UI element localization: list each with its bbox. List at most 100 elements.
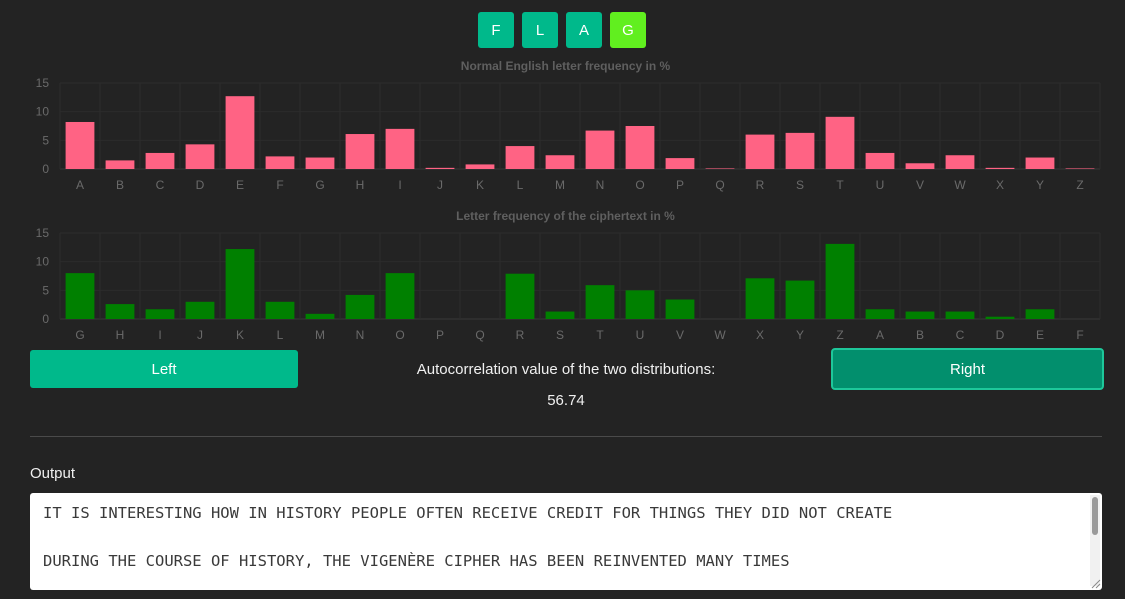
cipher-chart-x-tick-label: K	[236, 328, 244, 342]
english-chart-bar-A	[65, 121, 95, 169]
english-chart-x-tick-label: R	[756, 178, 765, 192]
key-letter-4[interactable]: G	[610, 12, 646, 48]
english-chart-x-tick-label: U	[876, 178, 885, 192]
english-chart-bar-O	[625, 126, 655, 169]
english-chart-bar-N	[585, 130, 615, 169]
cipher-chart-x-tick-label: T	[596, 328, 604, 342]
scrollbar-thumb[interactable]	[1092, 497, 1098, 535]
cipher-chart-bar-L	[265, 301, 295, 319]
cipher-chart-x-tick-label: U	[636, 328, 645, 342]
english-chart-bar-Y	[1025, 157, 1055, 169]
cipher-chart-bar-Y	[785, 280, 815, 319]
cipher-chart-bar-M	[305, 313, 335, 319]
output-text[interactable]: IT IS INTERESTING HOW IN HISTORY PEOPLE …	[43, 501, 1082, 573]
english-chart-x-tick-label: V	[916, 178, 924, 192]
autocorrelation-label: Autocorrelation value of the two distrib…	[416, 361, 716, 378]
cipher-chart-bar-H	[105, 304, 135, 319]
english-chart-bar-D	[185, 144, 215, 169]
cipher-chart-bar-A	[865, 309, 895, 319]
cipher-chart-x-tick-label: R	[516, 328, 525, 342]
english-chart-y-tick-label: 5	[42, 133, 49, 147]
cipher-chart-bar-E	[1025, 309, 1055, 319]
english-chart-bar-Z	[1065, 168, 1095, 169]
cipher-chart-y-tick-label: 0	[42, 312, 49, 326]
resize-handle-icon[interactable]	[1091, 579, 1101, 589]
key-letter-1[interactable]: F	[478, 12, 514, 48]
cipher-chart-bar-R	[505, 273, 535, 319]
cipher-chart-x-tick-label: C	[956, 328, 965, 342]
english-chart-y-tick-label: 10	[36, 105, 50, 119]
cipher-chart-bar-K	[225, 249, 255, 319]
english-chart-bar-R	[745, 134, 775, 169]
cipher-chart-x-tick-label: F	[1076, 328, 1083, 342]
divider	[30, 436, 1102, 437]
cipher-chart-x-tick-label: Q	[475, 328, 484, 342]
cipher-chart-x-tick-label: Y	[796, 328, 804, 342]
english-chart-bar-B	[105, 160, 135, 169]
output-scrollbar[interactable]	[1090, 495, 1100, 586]
cipher-chart-bar-O	[385, 273, 415, 319]
key-letter-2[interactable]: L	[522, 12, 558, 48]
cipher-chart-x-tick-label: D	[996, 328, 1005, 342]
english-chart-bar-H	[345, 134, 375, 169]
key-letter-3[interactable]: A	[566, 12, 602, 48]
cipher-chart-bar-B	[905, 311, 935, 319]
output-textarea[interactable]: IT IS INTERESTING HOW IN HISTORY PEOPLE …	[30, 493, 1102, 590]
english-chart-x-tick-label: M	[555, 178, 565, 192]
cipher-chart-bar-D	[985, 316, 1015, 319]
ciphertext-frequency-chart: 0 5 10 15 G H I J K L M N O P Q R S T U V W X Y Z A B C D E F	[36, 226, 1101, 342]
cipher-chart-x-tick-label: A	[876, 328, 884, 342]
cipher-chart-bar-T	[585, 285, 615, 319]
output-label: Output	[30, 465, 76, 482]
cipher-chart-bar-X	[745, 278, 775, 319]
cipher-chart-x-tick-label: P	[436, 328, 444, 342]
cipher-chart-x-tick-label: B	[916, 328, 924, 342]
english-chart-x-tick-label: O	[635, 178, 644, 192]
english-chart-bar-W	[945, 155, 975, 169]
cipher-chart-y-tick-label: 5	[42, 283, 49, 297]
cipher-chart-x-tick-label: L	[277, 328, 284, 342]
english-chart-x-tick-label: L	[517, 178, 524, 192]
english-chart-x-tick-label: J	[437, 178, 443, 192]
english-chart-bar-S	[785, 132, 815, 169]
cipher-chart-x-tick-label: N	[356, 328, 365, 342]
english-chart-x-tick-label: P	[676, 178, 684, 192]
key-letters: F L A G	[478, 12, 646, 48]
cipher-chart-y-tick-label: 15	[36, 226, 50, 240]
cipher-chart-bar-N	[345, 294, 375, 319]
cipher-chart-x-tick-label: I	[158, 328, 161, 342]
cipher-chart-x-tick-label: Z	[836, 328, 843, 342]
cipher-chart-bar-V	[665, 299, 695, 319]
english-chart-bar-G	[305, 157, 335, 169]
english-chart-x-tick-label: G	[315, 178, 324, 192]
english-chart-x-tick-label: F	[276, 178, 283, 192]
cipher-chart-x-tick-label: E	[1036, 328, 1044, 342]
english-frequency-chart: 0 5 10 15 A B C D E F G H I J K L M N O P Q R S T U V W X Y Z	[36, 76, 1101, 192]
cipher-chart-x-tick-label: M	[315, 328, 325, 342]
english-chart-x-tick-label: I	[398, 178, 401, 192]
english-chart-bar-U	[865, 152, 895, 169]
english-chart-bar-I	[385, 128, 415, 169]
cipher-chart-bar-Z	[825, 243, 855, 319]
cipher-chart-x-tick-label: X	[756, 328, 764, 342]
english-chart-x-tick-label: Y	[1036, 178, 1044, 192]
shift-left-button[interactable]: Left	[30, 350, 298, 388]
english-chart-bar-L	[505, 146, 535, 169]
english-chart-bar-F	[265, 156, 295, 169]
english-chart-bar-P	[665, 158, 695, 169]
cipher-chart-bar-I	[145, 309, 175, 319]
english-chart-x-tick-label: B	[116, 178, 124, 192]
cipher-chart-x-tick-label: H	[116, 328, 125, 342]
english-chart-y-tick-label: 0	[42, 162, 49, 176]
cipher-chart-x-tick-label: O	[395, 328, 404, 342]
english-chart-bar-T	[825, 116, 855, 169]
english-chart-x-tick-label: Z	[1076, 178, 1083, 192]
english-chart-x-tick-label: H	[356, 178, 365, 192]
english-chart-x-tick-label: T	[836, 178, 844, 192]
english-chart-bar-M	[545, 155, 575, 169]
english-chart-bar-X	[985, 167, 1015, 169]
cipher-chart-bar-C	[945, 311, 975, 319]
english-chart-x-tick-label: N	[596, 178, 605, 192]
shift-right-button[interactable]: Right	[831, 348, 1104, 390]
cipher-chart-bar-U	[625, 290, 655, 319]
